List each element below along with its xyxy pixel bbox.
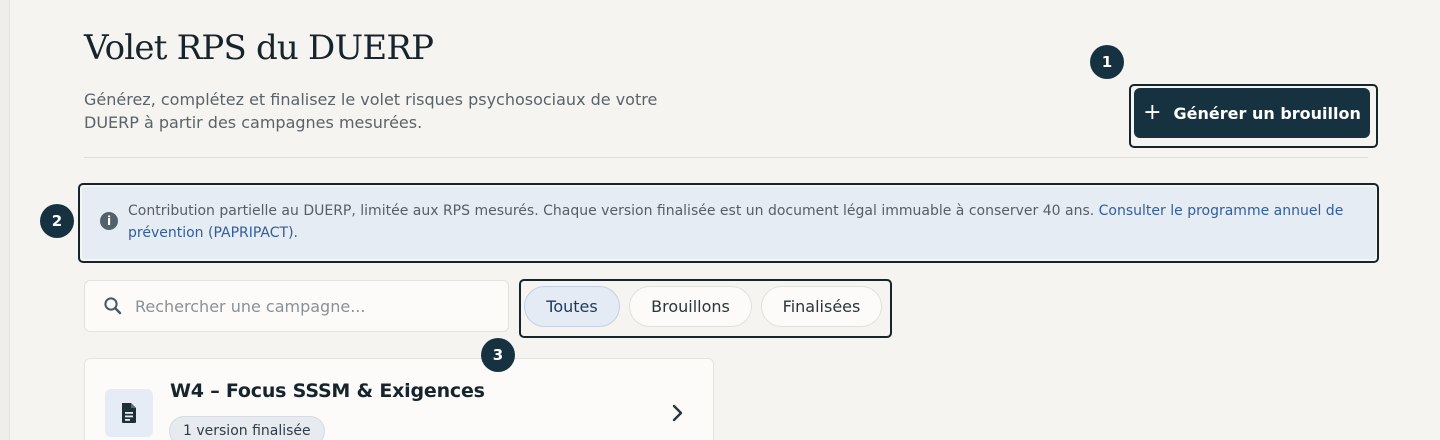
annotation-badge-3: 3 — [481, 338, 515, 372]
filter-tab-toutes[interactable]: Toutes — [524, 286, 620, 327]
subtitle-line-1: Générez, complétez et finalisez le volet… — [84, 90, 658, 109]
campaign-card[interactable]: W4 – Focus SSSM & Exigences 1 version fi… — [84, 358, 714, 440]
filter-tab-brouillons[interactable]: Brouillons — [629, 286, 752, 327]
search-input[interactable] — [135, 296, 495, 316]
info-banner-message: Contribution partielle au DUERP, limitée… — [128, 203, 1099, 219]
info-banner-text: Contribution partielle au DUERP, limitée… — [128, 200, 1346, 244]
annotation-badge-2: 2 — [40, 204, 74, 238]
subtitle-line-2: DUERP à partir des campagnes mesurées. — [84, 113, 423, 132]
header-divider — [84, 157, 1368, 158]
left-rail — [0, 0, 10, 440]
filter-tab-finalisees[interactable]: Finalisées — [761, 286, 882, 327]
campaign-title: W4 – Focus SSSM & Exigences — [170, 380, 485, 402]
plus-icon: + — [1143, 100, 1162, 125]
search-icon — [104, 297, 122, 315]
info-icon: i — [100, 212, 118, 230]
document-icon — [105, 389, 153, 437]
annotation-badge-1: 1 — [1090, 45, 1124, 79]
generate-draft-label: Générer un brouillon — [1173, 103, 1361, 123]
info-banner: i Contribution partielle au DUERP, limit… — [82, 187, 1376, 259]
version-status-badge: 1 version finalisée — [169, 416, 325, 440]
page-title: Volet RPS du DUERP — [84, 28, 434, 68]
search-box — [84, 280, 509, 332]
generate-draft-button[interactable]: + Générer un brouillon — [1134, 88, 1370, 138]
chevron-right-icon[interactable] — [671, 403, 685, 423]
page-subtitle: Générez, complétez et finalisez le volet… — [84, 88, 664, 134]
